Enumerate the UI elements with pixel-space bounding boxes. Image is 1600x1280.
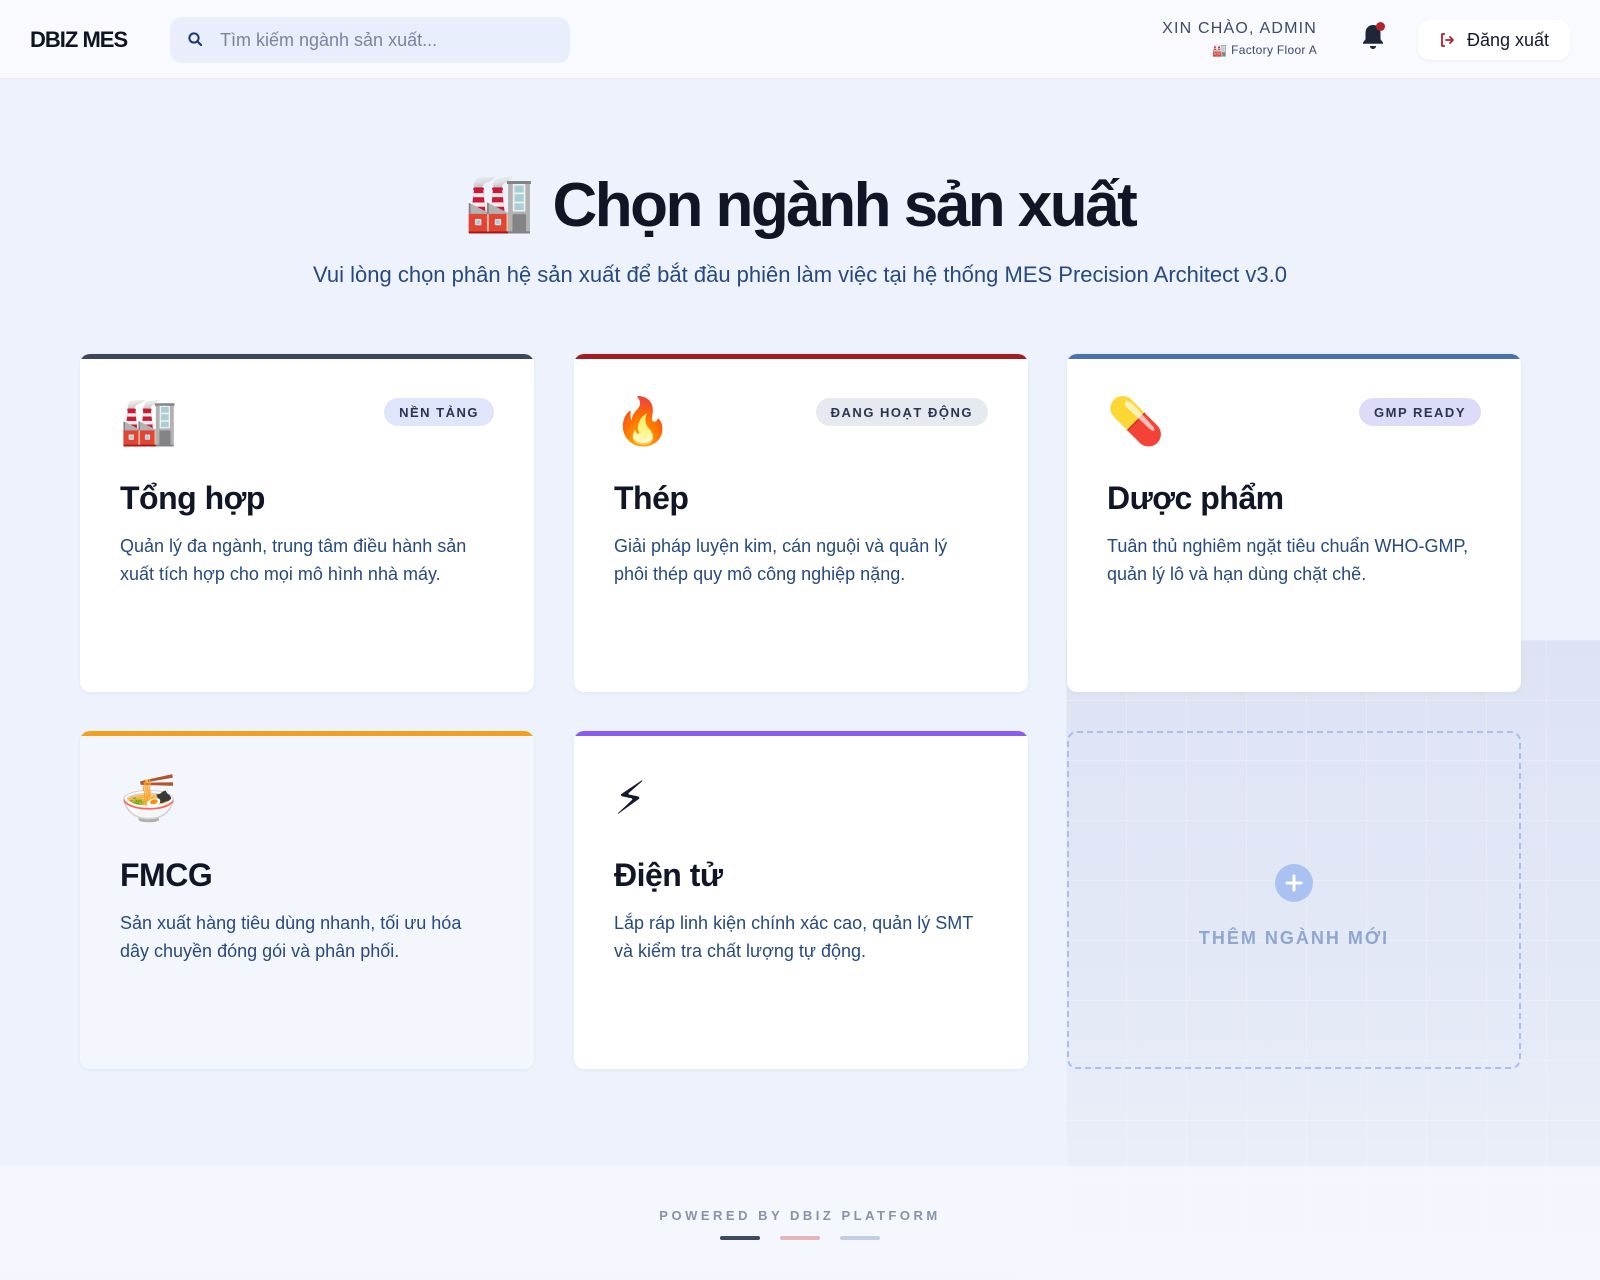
search-bar[interactable] — [170, 17, 570, 63]
page-subtitle: Vui lòng chọn phân hệ sản xuất để bắt đầ… — [313, 262, 1287, 287]
card-accent-bar — [80, 354, 534, 359]
search-icon — [188, 32, 203, 47]
card-title: FMCG — [120, 857, 213, 893]
indicator-dot — [720, 1236, 760, 1240]
footer-indicator — [720, 1236, 880, 1240]
logout-label: Đăng xuất — [1466, 29, 1550, 50]
add-industry-label: THÊM NGÀNH MỚI — [1198, 927, 1390, 948]
logout-icon — [1441, 33, 1454, 47]
app-logo[interactable]: DBIZ MES — [30, 27, 128, 53]
plus-circle-icon — [1275, 863, 1313, 902]
pill-icon: 💊 — [1107, 395, 1165, 447]
factory-icon: 🏭 — [464, 171, 535, 234]
status-badge: GMP READY — [1359, 398, 1481, 426]
greeting-text: XIN CHÀO, ADMIN — [1162, 20, 1317, 37]
card-description: Sản xuất hàng tiêu dùng nhanh, tối ưu hó… — [120, 913, 462, 961]
industry-card-tong-hop[interactable]: 🏭 NỀN TẢNG Tổng hợp Quản lý đa ngành, tr… — [80, 354, 534, 692]
indicator-dot — [840, 1236, 880, 1240]
card-title: Thép — [614, 480, 689, 516]
indicator-dot — [780, 1236, 820, 1240]
card-accent-bar — [1067, 354, 1521, 359]
card-accent-bar — [574, 731, 1028, 736]
card-description: Lắp ráp linh kiện chính xác cao, quản lý… — [614, 913, 973, 961]
lightning-icon: ⚡ — [614, 772, 647, 824]
top-header: DBIZ MES XIN CHÀO, ADMIN 🏭 Factory Floor… — [0, 0, 1600, 79]
user-greeting: XIN CHÀO, ADMIN 🏭 Factory Floor A — [1162, 20, 1317, 57]
notification-dot — [1376, 22, 1385, 31]
fire-icon: 🔥 — [614, 395, 672, 447]
plus-icon — [1285, 874, 1303, 891]
card-title: Điện tử — [614, 857, 723, 893]
status-badge: NỀN TẢNG — [384, 398, 494, 426]
powered-by-text: POWERED BY DBIZ PLATFORM — [659, 1208, 941, 1223]
card-accent-bar — [80, 731, 534, 736]
industry-card-thep[interactable]: 🔥 ĐANG HOẠT ĐỘNG Thép Giải pháp luyện ki… — [574, 354, 1028, 692]
status-badge: ĐANG HOẠT ĐỘNG — [815, 398, 988, 426]
footer: POWERED BY DBIZ PLATFORM — [0, 1166, 1600, 1280]
card-description: Giải pháp luyện kim, cán nguội và quản l… — [614, 536, 948, 584]
industry-card-fmcg[interactable]: 🍜 FMCG Sản xuất hàng tiêu dùng nhanh, tố… — [80, 731, 534, 1069]
add-industry-button[interactable]: THÊM NGÀNH MỚI — [1067, 731, 1521, 1069]
industry-card-dien-tu[interactable]: ⚡ Điện tử Lắp ráp linh kiện chính xác ca… — [574, 731, 1028, 1069]
factory-location: 🏭 Factory Floor A — [1212, 43, 1317, 57]
card-description: Quản lý đa ngành, trung tâm điều hành sả… — [120, 536, 467, 584]
notification-button[interactable] — [1360, 22, 1386, 52]
logout-button[interactable]: Đăng xuất — [1418, 20, 1570, 60]
card-description: Tuân thủ nghiêm ngặt tiêu chuẩn WHO-GMP,… — [1107, 536, 1469, 584]
industry-card-duoc-pham[interactable]: 💊 GMP READY Dược phẩm Tuân thủ nghiêm ng… — [1067, 354, 1521, 692]
card-title: Tổng hợp — [120, 480, 265, 516]
page-title-text: Chọn ngành sản xuất — [552, 171, 1137, 240]
search-input[interactable] — [220, 17, 560, 63]
card-accent-bar — [574, 354, 1028, 359]
factory-icon: 🏭 — [120, 395, 178, 447]
page-title: 🏭 Chọn ngành sản xuất — [0, 170, 1600, 241]
card-title: Dược phẩm — [1107, 480, 1284, 516]
noodle-bowl-icon: 🍜 — [120, 772, 178, 824]
